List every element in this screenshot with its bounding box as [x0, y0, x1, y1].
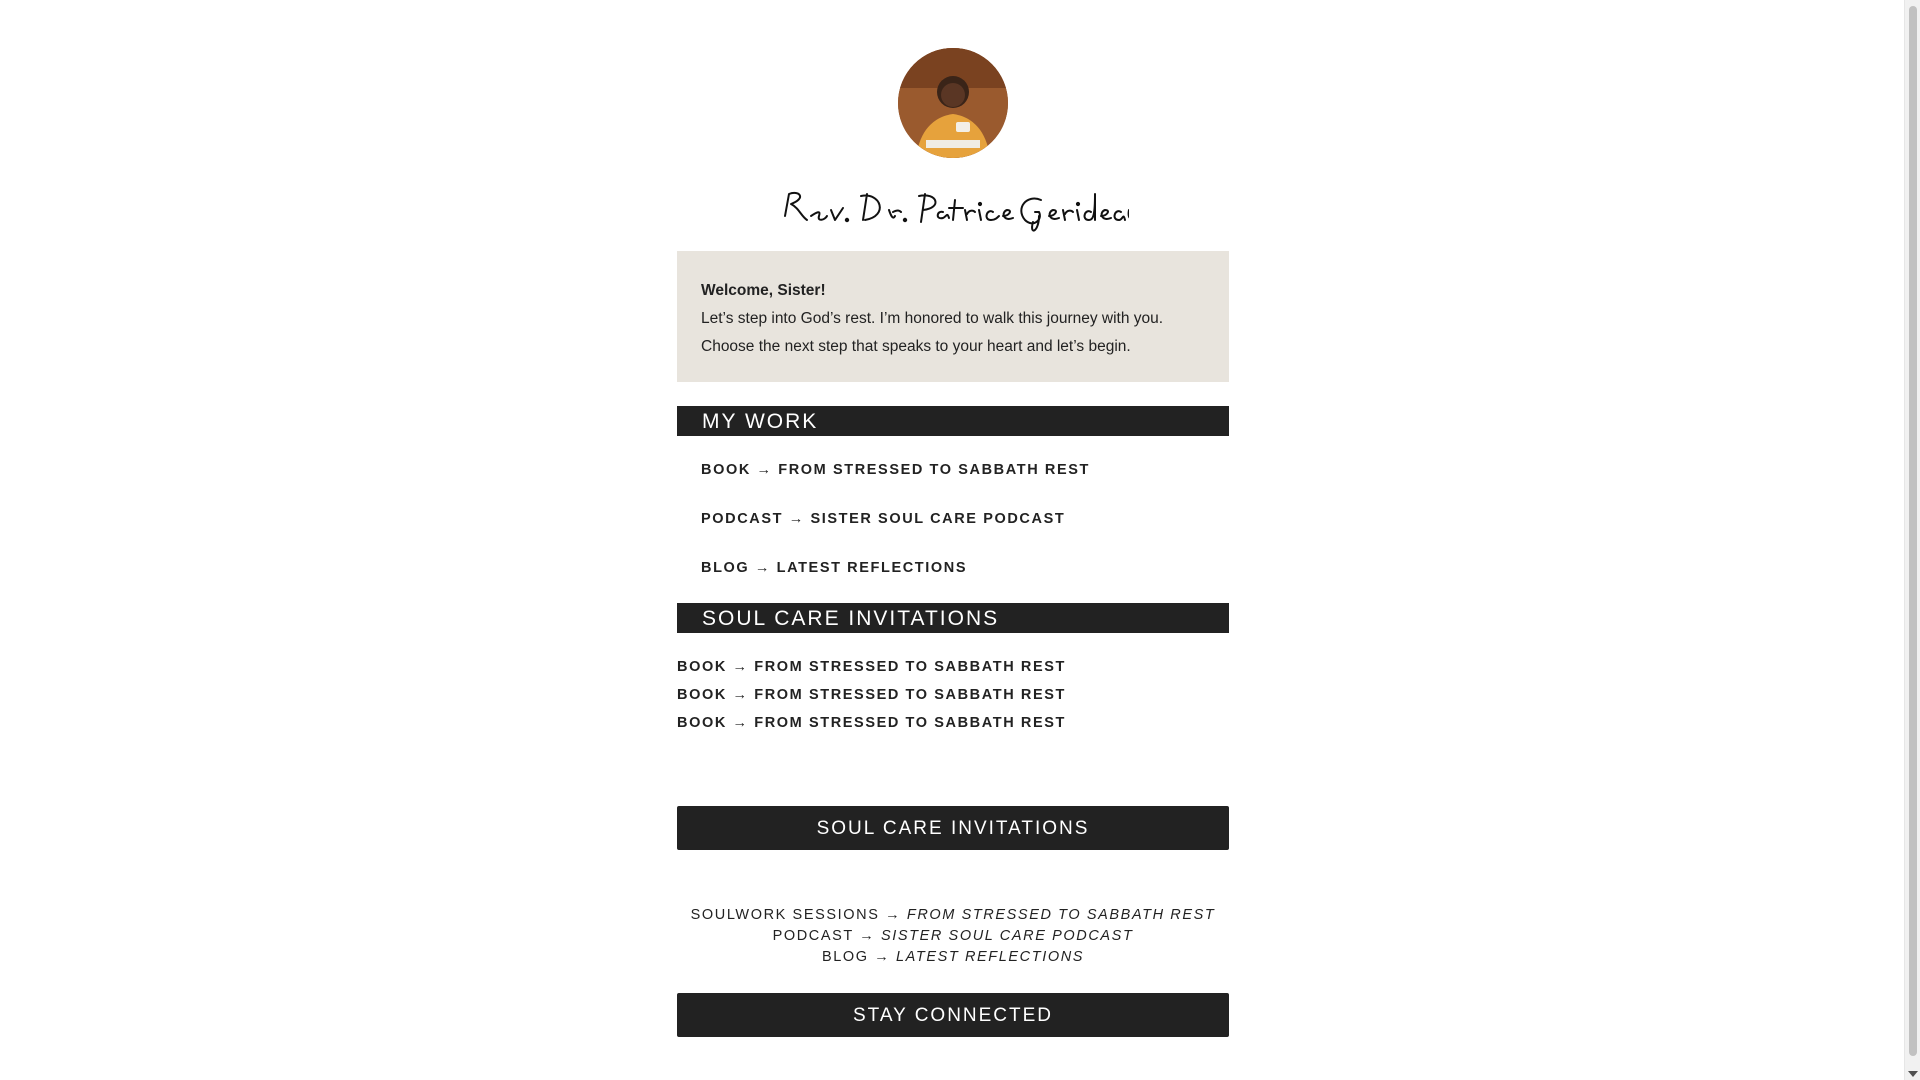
- welcome-panel: Welcome, Sister! Let’s step into God’s r…: [677, 251, 1229, 382]
- signature-logo: [777, 186, 1129, 238]
- scrollbar-thumb[interactable]: [1909, 6, 1917, 1056]
- profile-avatar: [898, 48, 1008, 158]
- my-work-heading: MY WORK: [677, 406, 1229, 436]
- portrait-photo-icon: [898, 48, 1008, 158]
- welcome-greeting: Welcome, Sister!: [701, 282, 826, 299]
- vertical-scrollbar[interactable]: [1904, 0, 1920, 1080]
- welcome-message: Let’s step into God’s rest. I’m honored …: [701, 310, 1164, 355]
- scroll-down-arrow-icon[interactable]: [1908, 1071, 1918, 1077]
- my-work-link-book[interactable]: BOOK → FROM STRESSED TO SABBATH REST: [701, 462, 1090, 478]
- soulwork-sessions-prefix: SOULWORK SESSIONS →: [690, 907, 907, 923]
- soulwork-sessions-link[interactable]: SOULWORK SESSIONS → FROM STRESSED TO SAB…: [677, 907, 1229, 923]
- soul-care-link-2[interactable]: BOOK → FROM STRESSED TO SABBATH REST: [677, 687, 1066, 703]
- podcast-title: SISTER SOUL CARE PODCAST: [880, 928, 1134, 944]
- soul-care-button[interactable]: SOUL CARE INVITATIONS: [677, 806, 1229, 850]
- soulwork-sessions-title: FROM STRESSED TO SABBATH REST: [906, 907, 1216, 923]
- my-work-link-blog[interactable]: BLOG → LATEST REFLECTIONS: [701, 560, 967, 576]
- podcast-link[interactable]: PODCAST → SISTER SOUL CARE PODCAST: [677, 928, 1229, 944]
- soul-care-heading: SOUL CARE INVITATIONS: [677, 603, 1229, 633]
- blog-title: LATEST REFLECTIONS: [896, 949, 1085, 965]
- soul-care-link-1[interactable]: BOOK → FROM STRESSED TO SABBATH REST: [677, 659, 1066, 675]
- stay-connected-button[interactable]: STAY CONNECTED: [677, 993, 1229, 1037]
- page: Welcome, Sister! Let’s step into God’s r…: [0, 0, 1904, 1080]
- soul-care-link-3[interactable]: BOOK → FROM STRESSED TO SABBATH REST: [677, 715, 1066, 731]
- podcast-prefix: PODCAST →: [772, 928, 881, 944]
- blog-link[interactable]: BLOG → LATEST REFLECTIONS: [677, 949, 1229, 965]
- blog-prefix: BLOG →: [821, 949, 896, 965]
- my-work-link-podcast[interactable]: PODCAST → SISTER SOUL CARE PODCAST: [701, 511, 1065, 527]
- signature-script-icon: [784, 192, 1129, 232]
